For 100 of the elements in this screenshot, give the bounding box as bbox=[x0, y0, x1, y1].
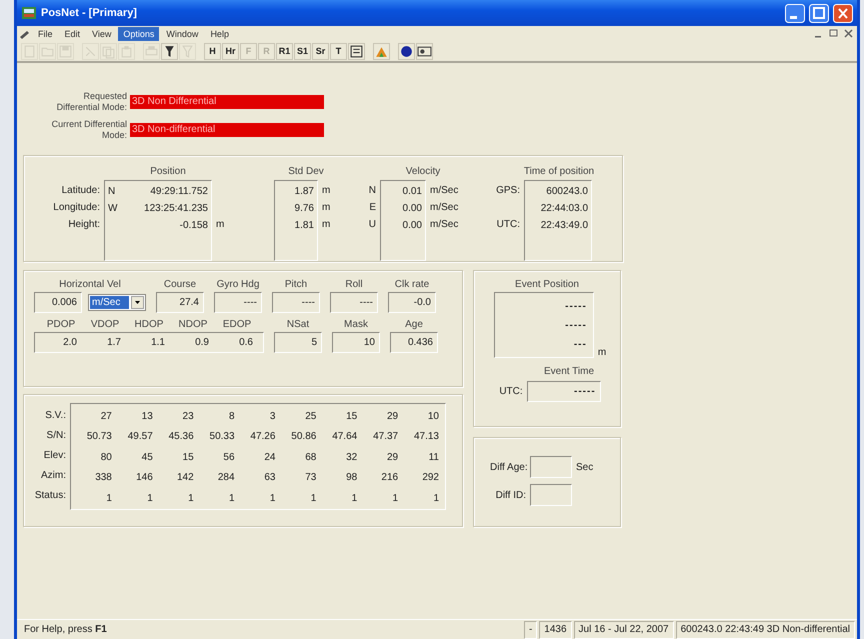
row-label: Azim: bbox=[41, 470, 66, 481]
table-cell-text: 146 bbox=[135, 471, 153, 486]
row-label: GPS: bbox=[496, 185, 520, 196]
value-text: 49:29:11.752 bbox=[150, 185, 208, 199]
value-text: 0.9 bbox=[194, 336, 210, 350]
unit-dropdown[interactable]: m/Sec bbox=[88, 294, 146, 311]
unit-text: m/Sec bbox=[430, 219, 458, 230]
maximize-icon[interactable] bbox=[809, 4, 829, 22]
circle-icon[interactable] bbox=[398, 42, 415, 60]
field-label: Roll bbox=[345, 279, 363, 290]
field-label: NSat bbox=[286, 319, 310, 330]
table-cell-text: 47.26 bbox=[249, 430, 276, 444]
table-cell-text: 15 bbox=[345, 410, 358, 424]
menu-item[interactable]: View bbox=[87, 26, 116, 40]
table-cell-text: 45 bbox=[140, 450, 153, 465]
value-text: --- bbox=[574, 338, 587, 352]
table-cell-text: 45.36 bbox=[168, 430, 194, 444]
value-field: ----- bbox=[526, 381, 601, 402]
row-label: Status: bbox=[34, 490, 66, 501]
menu-item[interactable]: Help bbox=[205, 26, 234, 40]
row-label: S/N: bbox=[46, 430, 66, 441]
toolbar-button[interactable]: R1 bbox=[276, 42, 293, 60]
toolbar-button[interactable]: Hr bbox=[222, 42, 239, 60]
value-text: 1.1 bbox=[150, 336, 166, 350]
value-text: 1.87 bbox=[294, 185, 314, 199]
value-field[interactable]: 0.006 bbox=[34, 292, 82, 313]
table-cell-text: 1 bbox=[228, 492, 235, 506]
field-label: Horizontal Vel bbox=[59, 279, 121, 290]
row-label: E bbox=[369, 202, 376, 213]
value-text: ----- bbox=[565, 319, 587, 333]
unit-text: m/Sec bbox=[430, 185, 458, 196]
table-cell-text: 338 bbox=[94, 471, 112, 486]
restore-icon[interactable] bbox=[829, 29, 838, 38]
value-field: 27.4 bbox=[156, 292, 204, 313]
mountain-icon[interactable] bbox=[373, 42, 390, 60]
table-cell-text: 1 bbox=[105, 492, 112, 506]
menu-item[interactable]: Options bbox=[118, 26, 160, 40]
mode-value-field: 3D Non Differential bbox=[130, 95, 324, 109]
value-field: 5 bbox=[274, 332, 322, 353]
table-cell-text: 15 bbox=[182, 450, 194, 465]
field-label: Clk rate bbox=[394, 279, 430, 290]
toolbar-button[interactable]: S1 bbox=[294, 42, 311, 60]
row-label: N bbox=[368, 185, 376, 196]
value-text: 600243.0 bbox=[546, 185, 588, 199]
value-text: 0.6 bbox=[238, 336, 254, 350]
value-text: -0.158 bbox=[180, 219, 208, 233]
table-cell-text: 1 bbox=[268, 492, 276, 506]
table-cell-text: 50.33 bbox=[208, 430, 235, 444]
status-pane: - bbox=[524, 620, 538, 638]
toolbar-button[interactable]: Sr bbox=[312, 42, 329, 60]
field-label: VDOP bbox=[90, 319, 120, 330]
table-cell-text: 24 bbox=[263, 450, 276, 465]
table-cell-text: 292 bbox=[421, 471, 439, 486]
section-title: Velocity bbox=[406, 166, 440, 177]
unit-text: m bbox=[322, 185, 330, 196]
menu-item[interactable]: Edit bbox=[60, 26, 86, 40]
table-cell-text: 1 bbox=[187, 492, 194, 506]
field-label: HDOP bbox=[134, 319, 164, 330]
table-cell-text: 1 bbox=[310, 492, 316, 506]
hemisphere-text: W bbox=[108, 202, 118, 216]
toolbar-button[interactable]: T bbox=[330, 42, 347, 60]
table-cell-text: 29 bbox=[386, 450, 398, 465]
mode-value-field: 3D Non-differential bbox=[130, 123, 324, 137]
section-title: Time of position bbox=[524, 166, 594, 177]
filter-icon[interactable] bbox=[161, 42, 178, 60]
menu-item[interactable]: File bbox=[33, 26, 58, 40]
table-cell-text: 73 bbox=[304, 471, 316, 486]
table-cell-text: 98 bbox=[345, 471, 358, 486]
status-pane: 600243.0 22:43:49 3D Non-differential bbox=[676, 620, 855, 638]
table-cell-text: 1 bbox=[392, 492, 398, 506]
field-label: Diff Age: bbox=[490, 462, 526, 472]
table-icon[interactable] bbox=[348, 42, 365, 60]
value-field bbox=[530, 456, 572, 478]
field-label: Mask bbox=[344, 319, 368, 330]
table-cell-text: 29 bbox=[386, 410, 398, 424]
unit-text: Sec bbox=[576, 462, 594, 472]
minimize-icon[interactable] bbox=[785, 4, 805, 22]
table-cell-text: 47.37 bbox=[372, 430, 398, 444]
row-label: Elev: bbox=[44, 450, 66, 461]
menu-item[interactable]: Window bbox=[161, 26, 204, 40]
unit-text: m bbox=[598, 347, 606, 358]
table-cell-text: 68 bbox=[304, 450, 316, 465]
section-title: Event Position bbox=[515, 279, 579, 290]
unit-text: m/Sec bbox=[430, 202, 458, 213]
table-cell-text: 63 bbox=[263, 471, 276, 486]
table-cell-text: 47.13 bbox=[412, 430, 439, 444]
table-cell-text: 1 bbox=[432, 492, 439, 506]
row-label: Longitude: bbox=[53, 202, 100, 213]
value-text: 1.7 bbox=[106, 336, 122, 350]
field-label: Diff ID: bbox=[494, 490, 526, 500]
field-label: Current Differential Mode: bbox=[51, 119, 127, 141]
table-cell-text: 10 bbox=[426, 410, 439, 424]
toolbar-button[interactable]: H bbox=[204, 42, 221, 60]
table-cell-text: 11 bbox=[428, 450, 439, 465]
value-text: ----- bbox=[565, 300, 587, 314]
table-cell-text: 284 bbox=[216, 471, 235, 486]
value-text: 9.76 bbox=[294, 202, 314, 216]
value-text: 0.01 bbox=[402, 185, 422, 199]
close-icon[interactable] bbox=[844, 29, 853, 38]
value-field: -0.0 bbox=[388, 292, 436, 313]
